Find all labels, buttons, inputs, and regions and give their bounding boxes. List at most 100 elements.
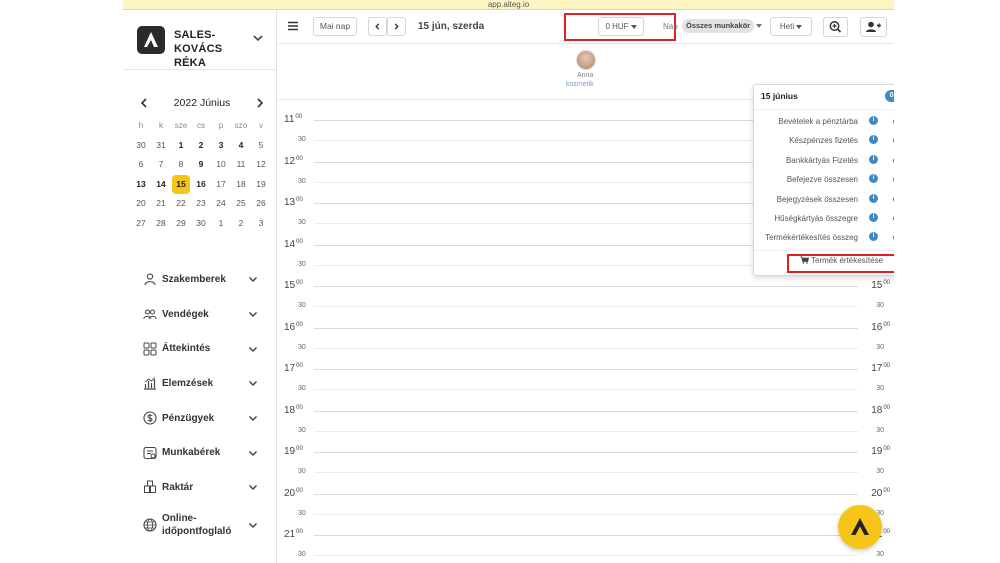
hour-slot[interactable]: 210021003030 <box>278 529 894 563</box>
info-icon[interactable]: i <box>869 213 878 222</box>
zoom-button[interactable] <box>823 17 848 37</box>
calendar-day[interactable]: 26 <box>251 194 271 214</box>
calendar-day[interactable]: 25 <box>231 194 251 214</box>
hour-slot[interactable]: 1900 1900 30 30 <box>278 446 894 494</box>
calendar-day[interactable]: 21 <box>151 194 171 214</box>
revenue-row-value: 0 HUF <box>893 117 894 126</box>
sidebar-item-people[interactable]: Vendégek <box>123 297 277 332</box>
calendar-day[interactable]: 1 <box>171 136 191 156</box>
highlight-box <box>787 254 894 273</box>
sidebar-item-label: Áttekintés <box>162 343 211 355</box>
chevron-down-icon <box>248 450 258 456</box>
calendar-day[interactable]: 31 <box>151 136 171 156</box>
chevron-down-icon <box>248 485 258 491</box>
info-icon[interactable]: i <box>869 232 878 242</box>
calendar-day[interactable]: 17 <box>211 175 231 195</box>
calendar-day[interactable]: 18 <box>231 175 251 195</box>
half-hour-label: 30 <box>298 426 306 434</box>
company-switcher[interactable]: SALES- KOVÁCS RÉKA <box>123 10 277 70</box>
worker-filter[interactable]: Összes munkakör <box>682 19 755 33</box>
sidebar-item-payroll[interactable]: Munkabérek <box>123 435 277 470</box>
hour-slot[interactable]: 1700 1700 30 30 <box>278 363 894 411</box>
calendar-day[interactable]: 23 <box>191 194 211 214</box>
calendar-day[interactable]: 30 <box>131 136 151 156</box>
calendar-day[interactable]: 27 <box>131 214 151 234</box>
sidebar-item-label: Pénzügyek <box>162 412 215 424</box>
hour-label-right: 1800 <box>871 404 890 416</box>
mini-calendar: 2022 Június h k sze cs p szo v 30 31 1 2 3 4 5 6 7 8 9 10 1… <box>131 94 273 233</box>
sidebar-item-grid[interactable]: Áttekintés <box>123 331 277 366</box>
half-hour-line <box>314 513 858 515</box>
sidebar-item-box[interactable]: Raktár <box>123 470 277 505</box>
hour-slot[interactable]: 1600 1600 30 30 <box>278 322 894 370</box>
calendar-day[interactable]: 30 <box>191 214 211 234</box>
info-icon[interactable]: i <box>869 116 878 125</box>
info-icon[interactable]: i <box>869 135 878 145</box>
chevron-left-icon <box>375 23 380 30</box>
calendar-day[interactable]: 24 <box>211 194 231 214</box>
next-day-button[interactable] <box>387 17 406 36</box>
chevron-down-icon <box>248 346 258 352</box>
sidebar-item-dollar[interactable]: Pénzügyek <box>123 401 277 436</box>
calendar-day[interactable]: 14 <box>151 175 171 195</box>
calendar-day[interactable]: 11 <box>231 155 251 175</box>
revenue-row-label: Bevételek a pénztárba <box>778 117 858 126</box>
calendar-day[interactable]: 19 <box>251 175 271 195</box>
sidebar-item-person[interactable]: Szakemberek <box>123 262 277 297</box>
caret-down-icon[interactable] <box>756 24 762 28</box>
revenue-row-value: 0 HUF <box>893 195 894 204</box>
chevron-down-icon <box>248 381 258 387</box>
hour-slot[interactable]: 1500 1500 30 30 <box>278 280 894 328</box>
day-view-label[interactable]: Nap <box>663 22 678 31</box>
calendar-day[interactable]: 20 <box>131 194 151 214</box>
calendar-day[interactable]: 2 <box>191 136 211 156</box>
sidebar-item-globe[interactable]: Online-időpontfoglaló <box>123 505 277 545</box>
half-hour-line <box>314 347 858 349</box>
menu-icon[interactable] <box>286 19 300 33</box>
calendar-day[interactable]: 3 <box>251 214 271 234</box>
calendar-day[interactable]: 6 <box>131 155 151 175</box>
quick-action-button[interactable] <box>838 505 882 549</box>
calendar-day[interactable]: 10 <box>211 155 231 175</box>
calendar-day[interactable]: 9 <box>191 155 211 175</box>
calendar-day[interactable]: 29 <box>171 214 191 234</box>
revenue-dropdown-menu: 15 június 0 vendég Bevételek a pénztárba… <box>753 84 894 276</box>
today-button[interactable]: Mai nap <box>313 17 357 36</box>
chevron-right-icon <box>394 23 399 30</box>
revenue-row-value: 0 HUF <box>893 175 894 184</box>
weekday-label: v <box>259 121 263 130</box>
calendar-day[interactable]: 4 <box>231 136 251 156</box>
hour-line <box>314 369 858 370</box>
divider <box>754 250 894 251</box>
info-icon[interactable]: i <box>869 193 878 203</box>
calendar-day[interactable]: 2 <box>231 214 251 234</box>
calendar-day[interactable]: 3 <box>211 136 231 156</box>
info-icon[interactable]: i <box>869 174 878 184</box>
calendar-day[interactable]: 22 <box>171 194 191 214</box>
calendar-day[interactable]: 12 <box>251 155 271 175</box>
add-user-button[interactable] <box>860 17 887 37</box>
calendar-day[interactable]: 5 <box>251 136 271 156</box>
sidebar-item-chart[interactable]: Elemzések <box>123 366 277 401</box>
calendar-day-today[interactable]: 15 <box>172 174 190 194</box>
company-name: SALES- KOVÁCS RÉKA <box>174 29 223 69</box>
prev-day-button[interactable] <box>368 17 387 36</box>
calendar-day[interactable]: 7 <box>151 155 171 175</box>
calendar-day[interactable]: 1 <box>211 214 231 234</box>
revenue-row: Készpénzes fizetés i 0 HUF <box>754 132 894 151</box>
hour-label-right: 2000 <box>871 487 890 499</box>
half-hour-label: 30 <box>298 468 306 475</box>
dollar-icon <box>143 411 157 425</box>
calendar-day[interactable]: 13 <box>131 175 151 195</box>
chevron-down-icon[interactable] <box>252 32 264 44</box>
view-mode-button[interactable]: Heti <box>770 17 812 36</box>
avatar[interactable] <box>576 50 596 70</box>
info-icon[interactable]: i <box>869 154 878 164</box>
chevron-right-icon[interactable] <box>253 96 267 110</box>
calendar-day[interactable]: 16 <box>191 175 211 195</box>
chart-icon <box>144 377 156 391</box>
calendar-day[interactable]: 28 <box>151 214 171 234</box>
hour-slot[interactable]: 1800 1800 30 30 <box>278 405 894 453</box>
hour-slot[interactable]: 2000 2000 30 30 <box>278 488 894 536</box>
calendar-day[interactable]: 8 <box>171 155 191 175</box>
